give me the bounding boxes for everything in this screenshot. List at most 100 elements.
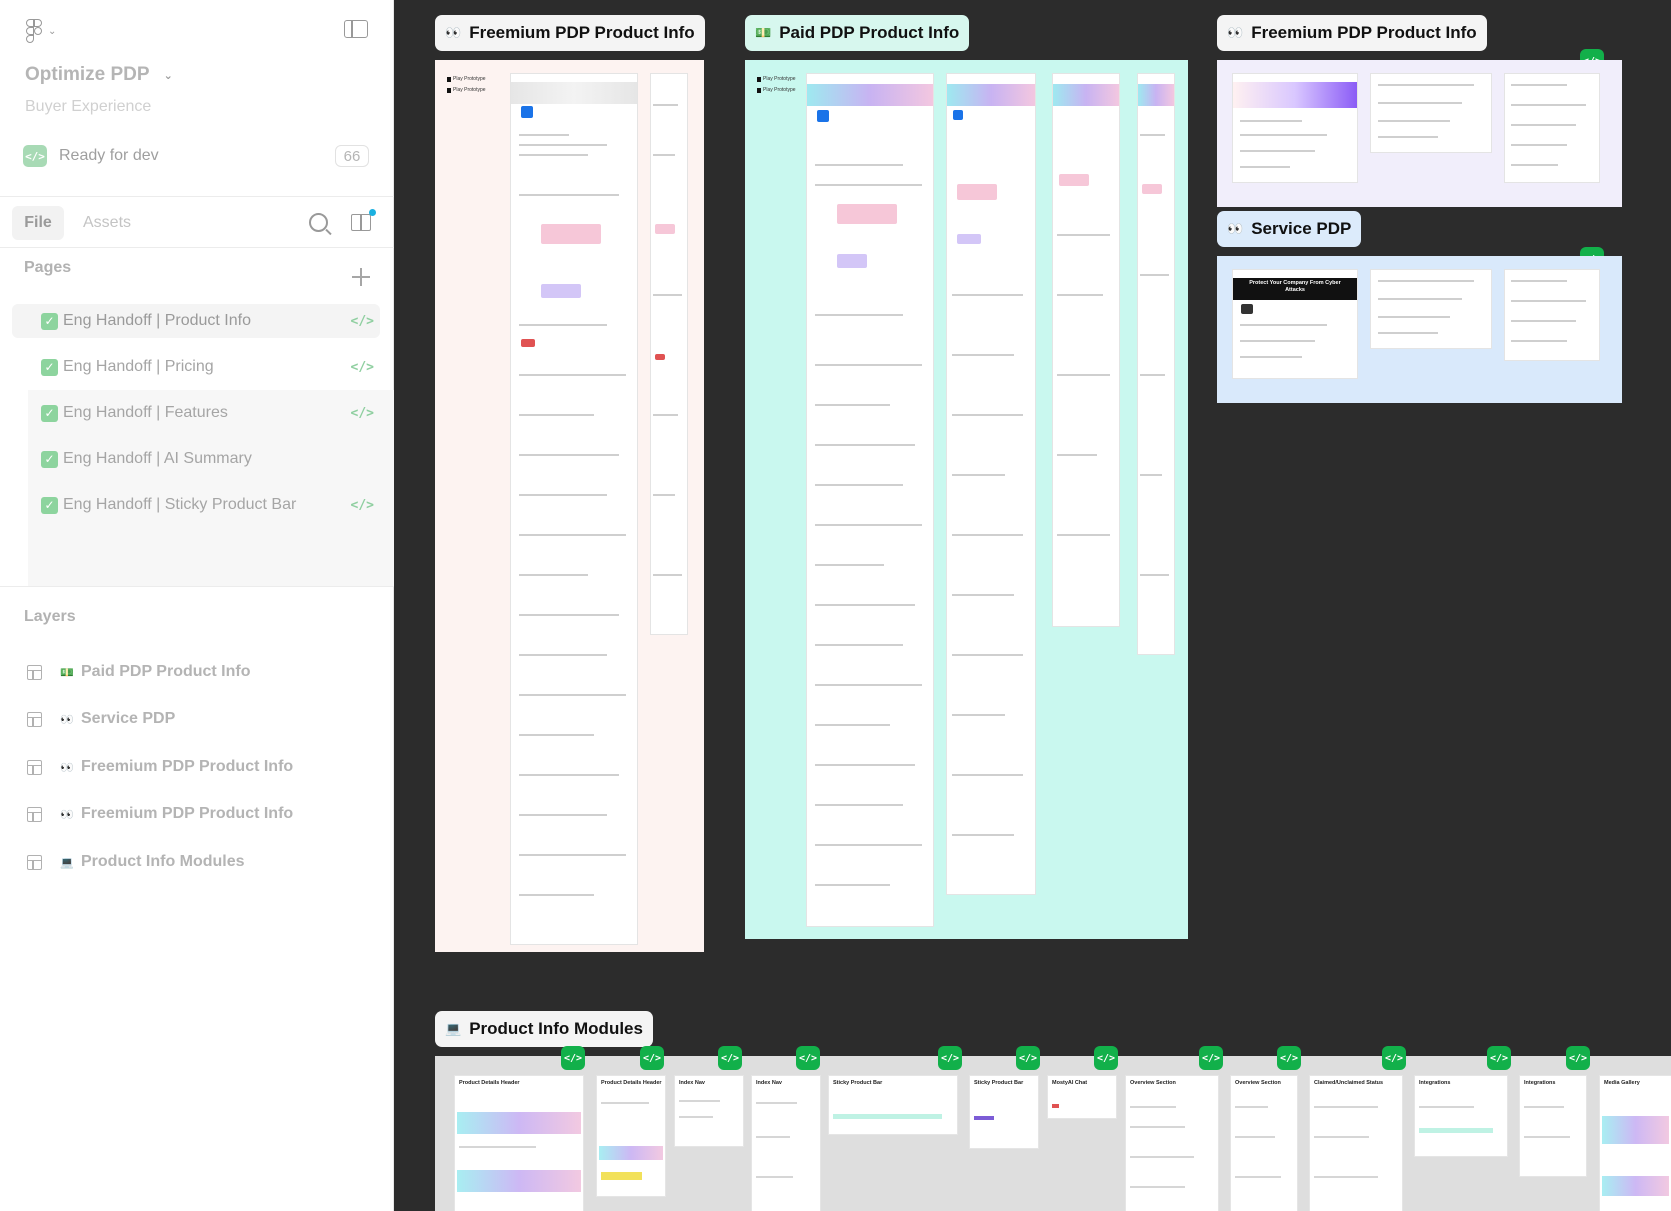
layer-item[interactable]: 👀 Service PDP: [27, 705, 175, 733]
checkmark-icon: ✓: [41, 496, 58, 514]
layer-item[interactable]: 👀 Freemium PDP Product Info: [27, 800, 293, 828]
design-canvas[interactable]: 👀 Freemium PDP Product Info Play Prototy…: [394, 0, 1671, 1211]
layer-item[interactable]: 👀 Freemium PDP Product Info: [27, 753, 293, 781]
laptop-emoji-icon: 💻: [445, 1021, 461, 1036]
checkmark-icon: ✓: [41, 450, 58, 468]
module-title: MostyAI Chat: [1052, 1080, 1088, 1086]
layer-item[interactable]: 💻 Product Info Modules: [27, 848, 245, 876]
artboard-freemium[interactable]: Play Prototype Play Prototype: [435, 60, 704, 952]
module-card[interactable]: MostyAI Chat: [1048, 1076, 1116, 1118]
module-title: Index Nav: [679, 1080, 705, 1086]
module-title: Integrations: [1419, 1080, 1451, 1086]
dev-mode-icon: </>: [23, 145, 47, 167]
module-card[interactable]: Media Gallery: [1600, 1076, 1671, 1211]
module-title: Sticky Product Bar: [833, 1080, 883, 1086]
tab-assets[interactable]: Assets: [83, 214, 131, 232]
artboard-service[interactable]: Protect Your Company From Cyber Attacks: [1217, 256, 1622, 403]
frame-icon: [27, 854, 42, 870]
module-card[interactable]: Index Nav: [752, 1076, 820, 1211]
divider: [0, 586, 394, 587]
frame-label-modules[interactable]: 💻 Product Info Modules: [435, 1011, 653, 1047]
checkmark-icon: ✓: [41, 358, 58, 376]
page-mock: [1233, 74, 1357, 182]
frame-label-freemium-alt[interactable]: 👀 Freemium PDP Product Info: [1217, 15, 1487, 51]
page-mock-mobile: [1138, 74, 1174, 654]
artboard-freemium-alt[interactable]: [1217, 60, 1622, 207]
layers-title: Layers: [24, 608, 76, 625]
frame-title: Service PDP: [1251, 219, 1352, 238]
module-card[interactable]: Integrations: [1415, 1076, 1507, 1156]
artboard-paid[interactable]: Play Prototype Play Prototype: [745, 60, 1188, 939]
code-badge-icon[interactable]: </>: [938, 1046, 962, 1070]
eyes-emoji-icon: 👀: [1227, 25, 1243, 40]
eyes-emoji-icon: 👀: [1227, 221, 1243, 236]
chevron-down-icon: ⌄: [48, 25, 57, 37]
code-badge-icon[interactable]: </>: [1094, 1046, 1118, 1070]
code-badge-icon[interactable]: </>: [1016, 1046, 1040, 1070]
eyes-emoji-icon: 👀: [60, 761, 74, 774]
ready-for-dev-count: 66: [335, 145, 369, 167]
page-label: Eng Handoff | AI Summary: [63, 450, 252, 467]
frame-label-service[interactable]: 👀 Service PDP: [1217, 211, 1362, 247]
module-card[interactable]: Index Nav: [675, 1076, 743, 1146]
page-mock: [1505, 270, 1599, 360]
page-mock: [1505, 74, 1599, 182]
eyes-emoji-icon: 👀: [60, 713, 74, 726]
prototype-link[interactable]: Play Prototype: [757, 76, 796, 82]
frame-label-paid[interactable]: 💵 Paid PDP Product Info: [745, 15, 970, 51]
code-badge-icon[interactable]: </>: [1277, 1046, 1301, 1070]
file-name-button[interactable]: Optimize PDP ⌄: [25, 64, 173, 86]
project-name[interactable]: Buyer Experience: [25, 98, 151, 116]
tab-file[interactable]: File: [12, 206, 64, 240]
module-card[interactable]: Sticky Product Bar: [829, 1076, 957, 1134]
page-item-features[interactable]: ✓ Eng Handoff | Features </>: [12, 396, 380, 430]
module-card[interactable]: Product Details Header: [597, 1076, 665, 1196]
code-badge-icon[interactable]: </>: [796, 1046, 820, 1070]
add-page-icon[interactable]: [352, 268, 370, 286]
module-card[interactable]: Claimed/Unclaimed Status: [1310, 1076, 1402, 1211]
code-badge-icon[interactable]: </>: [718, 1046, 742, 1070]
code-badge-icon[interactable]: </>: [1382, 1046, 1406, 1070]
main-menu-button[interactable]: ⌄: [26, 18, 70, 44]
module-title: Claimed/Unclaimed Status: [1314, 1080, 1384, 1086]
code-badge-icon[interactable]: </>: [561, 1046, 585, 1070]
search-icon[interactable]: [309, 213, 328, 232]
module-card[interactable]: Integrations: [1520, 1076, 1586, 1176]
money-emoji-icon: 💵: [60, 666, 74, 679]
layer-item[interactable]: 💵 Paid PDP Product Info: [27, 658, 251, 686]
page-mock: [1371, 74, 1491, 152]
code-badge-icon[interactable]: </>: [640, 1046, 664, 1070]
page-item-ai-summary[interactable]: ✓ Eng Handoff | AI Summary: [12, 442, 380, 476]
ready-for-dev-row[interactable]: </> Ready for dev 66: [23, 143, 369, 169]
panel-toggle-icon[interactable]: [344, 20, 368, 38]
module-title: Integrations: [1524, 1080, 1556, 1086]
layer-label: Product Info Modules: [81, 853, 245, 870]
module-card[interactable]: Overview Section: [1231, 1076, 1297, 1211]
prototype-link[interactable]: Play Prototype: [447, 76, 486, 82]
page-item-product-info[interactable]: ✓ Eng Handoff | Product Info </>: [12, 304, 380, 338]
ready-for-dev-label: Ready for dev: [59, 147, 159, 164]
code-icon: </>: [350, 359, 374, 375]
code-badge-icon[interactable]: </>: [1487, 1046, 1511, 1070]
prototype-link[interactable]: Play Prototype: [447, 87, 486, 93]
page-mock: [1371, 270, 1491, 348]
module-title: Overview Section: [1130, 1080, 1176, 1086]
page-item-sticky-product-bar[interactable]: ✓ Eng Handoff | Sticky Product Bar </>: [12, 488, 380, 522]
prototype-link[interactable]: Play Prototype: [757, 87, 796, 93]
page-item-pricing[interactable]: ✓ Eng Handoff | Pricing </>: [12, 350, 380, 384]
laptop-emoji-icon: 💻: [60, 856, 74, 869]
module-card[interactable]: Overview Section: [1126, 1076, 1218, 1211]
page-label: Eng Handoff | Sticky Product Bar: [63, 496, 297, 513]
frame-icon: [27, 711, 42, 727]
code-badge-icon[interactable]: </>: [1199, 1046, 1223, 1070]
module-card[interactable]: Product Details Header: [455, 1076, 583, 1211]
module-card[interactable]: Sticky Product Bar: [970, 1076, 1038, 1148]
page-label: Eng Handoff | Pricing: [63, 358, 214, 375]
layer-label: Paid PDP Product Info: [81, 663, 251, 680]
eyes-emoji-icon: 👀: [60, 808, 74, 821]
library-icon[interactable]: [351, 209, 376, 232]
frame-label-freemium[interactable]: 👀 Freemium PDP Product Info: [435, 15, 705, 51]
code-badge-icon[interactable]: </>: [1566, 1046, 1590, 1070]
module-title: Index Nav: [756, 1080, 782, 1086]
module-title: Product Details Header: [601, 1080, 662, 1086]
